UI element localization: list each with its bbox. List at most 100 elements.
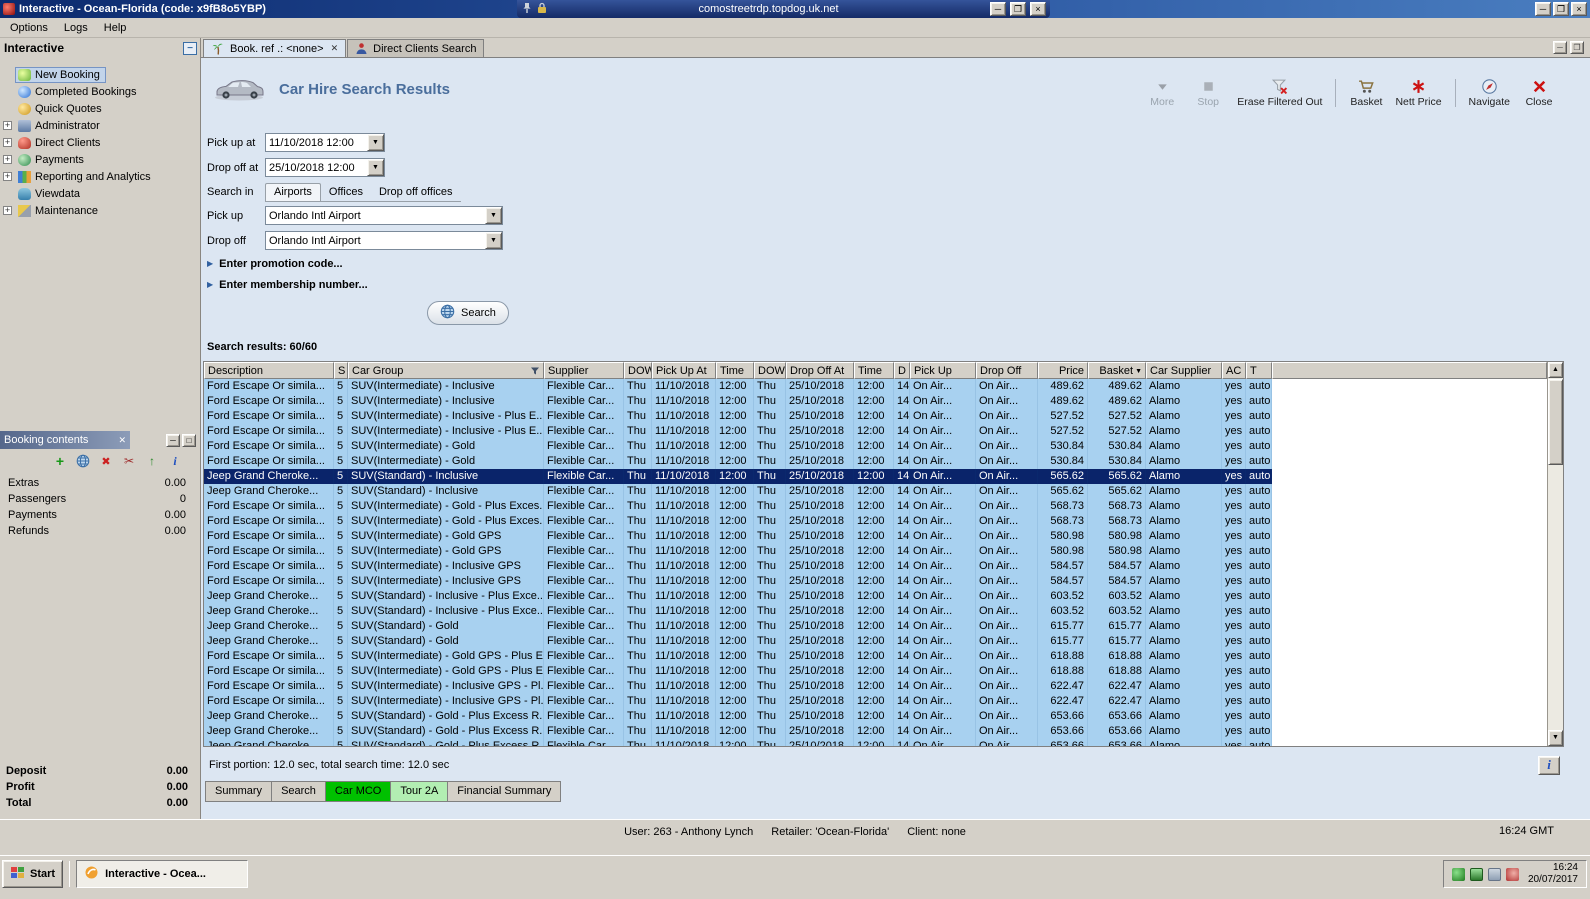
close-tab-icon[interactable]: ✕: [331, 43, 339, 54]
bottom-tab-tour-2a[interactable]: Tour 2A: [390, 781, 449, 802]
table-row[interactable]: Jeep Grand Cheroke... 5 SUV(Standard) - In…: [204, 589, 1547, 604]
menu-help[interactable]: Help: [96, 19, 135, 37]
column-header-price-13[interactable]: Price: [1038, 362, 1088, 379]
column-header-dow-7[interactable]: DOW: [754, 362, 786, 379]
table-row[interactable]: Ford Escape Or simila... 5 SUV(Intermediat…: [204, 454, 1547, 469]
close-button[interactable]: Close: [1522, 78, 1556, 108]
dropoff-input[interactable]: [266, 234, 485, 247]
start-button[interactable]: Start: [2, 860, 64, 888]
table-row[interactable]: Jeep Grand Cheroke... 5 SUV(Standard) - In…: [204, 604, 1547, 619]
search-in-tab-offices[interactable]: Offices: [321, 184, 371, 201]
maximize-button[interactable]: ❐: [1553, 2, 1569, 16]
sidebar-item-payments[interactable]: + Payments: [3, 151, 200, 168]
info-button[interactable]: i: [1538, 755, 1560, 775]
globe-icon[interactable]: [75, 454, 91, 469]
column-header-drop-off-12[interactable]: Drop Off: [976, 362, 1038, 379]
task-button[interactable]: Interactive - Ocea...: [76, 860, 249, 888]
table-row[interactable]: Ford Escape Or simila... 5 SUV(Intermediat…: [204, 679, 1547, 694]
column-header-car-group-2[interactable]: Car Group: [348, 362, 544, 379]
table-row[interactable]: Ford Escape Or simila... 5 SUV(Intermediat…: [204, 499, 1547, 514]
close-window-button[interactable]: ×: [1571, 2, 1587, 16]
up-icon[interactable]: ↑: [144, 454, 160, 469]
promotion-code-expander[interactable]: ▶ Enter promotion code...: [201, 253, 1590, 274]
column-header-time-6[interactable]: Time: [716, 362, 754, 379]
table-row[interactable]: Ford Escape Or simila... 5 SUV(Intermediat…: [204, 649, 1547, 664]
booking-contents-float-button[interactable]: □: [182, 433, 196, 447]
column-header-ac-16[interactable]: AC: [1222, 362, 1246, 379]
nett-price-button[interactable]: Nett Price: [1395, 78, 1442, 108]
table-row[interactable]: Ford Escape Or simila... 5 SUV(Intermediat…: [204, 544, 1547, 559]
table-row[interactable]: Ford Escape Or simila... 5 SUV(Intermediat…: [204, 574, 1547, 589]
menu-logs[interactable]: Logs: [56, 19, 96, 37]
sidebar-item-administrator[interactable]: + Administrator: [3, 117, 200, 134]
tab-direct-clients-search[interactable]: Direct Clients Search: [347, 39, 485, 57]
table-row[interactable]: Ford Escape Or simila... 5 SUV(Intermediat…: [204, 559, 1547, 574]
table-row[interactable]: Jeep Grand Cheroke... 5 SUV(Standard) - Go…: [204, 724, 1547, 739]
sidebar-item-reporting-and-analytics[interactable]: + Reporting and Analytics: [3, 168, 200, 185]
column-header-d-10[interactable]: D: [894, 362, 910, 379]
menu-options[interactable]: Options: [2, 19, 56, 37]
table-row[interactable]: Ford Escape Or simila... 5 SUV(Intermediat…: [204, 379, 1547, 394]
filter-icon[interactable]: [530, 366, 540, 376]
scroll-down-icon[interactable]: ▼: [1548, 730, 1563, 746]
sidebar-item-maintenance[interactable]: + Maintenance: [3, 202, 200, 219]
column-header-pick-up-11[interactable]: Pick Up: [910, 362, 976, 379]
sidebar-item-quick-quotes[interactable]: Quick Quotes: [3, 100, 200, 117]
booking-contents-close-icon[interactable]: ✕: [118, 435, 126, 446]
table-row[interactable]: Ford Escape Or simila... 5 SUV(Intermediat…: [204, 529, 1547, 544]
scroll-thumb[interactable]: [1548, 379, 1563, 465]
table-row[interactable]: Jeep Grand Cheroke... 5 SUV(Standard) - Go…: [204, 619, 1547, 634]
sidebar-item-new-booking[interactable]: New Booking: [3, 66, 200, 83]
table-row[interactable]: Ford Escape Or simila... 5 SUV(Intermediat…: [204, 664, 1547, 679]
pickup-dropdown-icon[interactable]: ▼: [485, 207, 502, 224]
table-row[interactable]: Ford Escape Or simila... 5 SUV(Intermediat…: [204, 394, 1547, 409]
table-row[interactable]: Ford Escape Or simila... 5 SUV(Intermediat…: [204, 694, 1547, 709]
membership-number-expander[interactable]: ▶ Enter membership number...: [201, 274, 1590, 295]
add-icon[interactable]: +: [52, 454, 68, 469]
table-row[interactable]: Jeep Grand Cheroke... 5 SUV(Standard) - Go…: [204, 634, 1547, 649]
delete-icon[interactable]: ✖: [98, 454, 114, 469]
tab-book-ref-none[interactable]: Book. ref .: <none> ✕: [203, 39, 347, 57]
sidebar-collapse-button[interactable]: −: [183, 41, 197, 55]
bottom-tab-car-mco[interactable]: Car MCO: [324, 781, 392, 802]
search-button[interactable]: Search: [427, 301, 509, 325]
bottom-tab-financial-summary[interactable]: Financial Summary: [447, 781, 562, 802]
table-row[interactable]: Jeep Grand Cheroke... 5 SUV(Standard) - In…: [204, 484, 1547, 499]
scroll-up-icon[interactable]: ▲: [1548, 362, 1563, 378]
table-row[interactable]: Jeep Grand Cheroke... 5 SUV(Standard) - Go…: [204, 709, 1547, 724]
sidebar-item-completed-bookings[interactable]: Completed Bookings: [3, 83, 200, 100]
column-header-supplier-3[interactable]: Supplier: [544, 362, 624, 379]
pickup-at-dropdown-icon[interactable]: ▼: [367, 134, 384, 151]
dropoff-at-dropdown-icon[interactable]: ▼: [367, 159, 384, 176]
pickup-input[interactable]: [266, 209, 485, 222]
rdp-close-button[interactable]: ×: [1030, 2, 1046, 16]
column-header-s-1[interactable]: S: [334, 362, 348, 379]
rdp-restore-button[interactable]: ❐: [1010, 2, 1026, 16]
dropoff-dropdown-icon[interactable]: ▼: [485, 232, 502, 249]
mdi-restore-button[interactable]: ❐: [1570, 41, 1584, 54]
table-row[interactable]: Jeep Grand Cheroke... 5 SUV(Standard) - Go…: [204, 739, 1547, 746]
booking-contents-minimize-button[interactable]: ─: [166, 433, 180, 447]
pin-icon[interactable]: [521, 2, 533, 17]
basket-button[interactable]: Basket: [1349, 78, 1383, 108]
column-header-time-9[interactable]: Time: [854, 362, 894, 379]
mdi-minimize-button[interactable]: ─: [1553, 41, 1567, 54]
erase-filtered-out-button[interactable]: Erase Filtered Out: [1237, 78, 1322, 108]
dropoff-at-input[interactable]: [266, 161, 367, 174]
table-row[interactable]: Jeep Grand Cheroke... 5 SUV(Standard) - In…: [204, 469, 1547, 484]
table-row[interactable]: Ford Escape Or simila... 5 SUV(Intermediat…: [204, 514, 1547, 529]
sidebar-item-viewdata[interactable]: Viewdata: [3, 185, 200, 202]
info-icon[interactable]: i: [167, 454, 183, 469]
minimize-button[interactable]: ─: [1535, 2, 1551, 16]
search-in-tab-airports[interactable]: Airports: [265, 182, 321, 201]
column-header-drop-off-at-8[interactable]: Drop Off At: [786, 362, 854, 379]
table-row[interactable]: Ford Escape Or simila... 5 SUV(Intermediat…: [204, 409, 1547, 424]
table-row[interactable]: Ford Escape Or simila... 5 SUV(Intermediat…: [204, 439, 1547, 454]
pickup-at-input[interactable]: [266, 136, 367, 149]
column-header-pick-up-at-5[interactable]: Pick Up At: [652, 362, 716, 379]
bottom-tab-search[interactable]: Search: [271, 781, 326, 802]
sidebar-item-direct-clients[interactable]: + Direct Clients: [3, 134, 200, 151]
column-header-basket-14[interactable]: Basket ▼: [1088, 362, 1146, 379]
column-header-car-supplier-15[interactable]: Car Supplier: [1146, 362, 1222, 379]
rdp-minimize-button[interactable]: ─: [990, 2, 1006, 16]
